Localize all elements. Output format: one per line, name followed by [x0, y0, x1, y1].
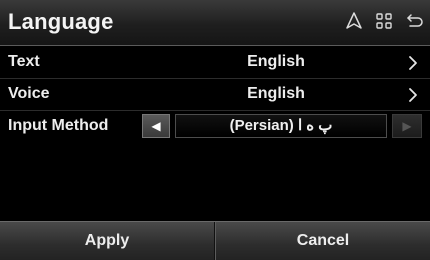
chevron-right-icon: [408, 87, 418, 108]
previous-input-method-button[interactable]: ◀: [142, 114, 170, 138]
text-language-row[interactable]: Text English: [0, 47, 430, 79]
apply-button[interactable]: Apply: [0, 222, 215, 260]
voice-language-value: English: [247, 85, 305, 102]
input-method-value: (Persian) پ ه ا: [175, 114, 387, 138]
bottom-action-bar: Apply Cancel: [0, 221, 430, 260]
grid-menu-icon[interactable]: [376, 13, 392, 29]
voice-language-label: Voice: [8, 85, 50, 102]
arrow-right-icon: ▶: [402, 119, 412, 133]
language-settings-screen: Language Text English Voice English Inpu…: [0, 0, 430, 260]
title-bar: Language: [0, 0, 430, 46]
arrow-left-icon: ◀: [151, 119, 161, 133]
navigation-arrow-icon[interactable]: [346, 12, 362, 30]
page-title: Language: [8, 9, 114, 34]
title-icons: [346, 12, 424, 30]
next-input-method-button[interactable]: ▶: [392, 114, 422, 138]
cancel-button[interactable]: Cancel: [215, 222, 430, 260]
chevron-right-icon: [408, 55, 418, 76]
text-language-label: Text: [8, 53, 40, 70]
back-icon[interactable]: [406, 12, 424, 30]
input-method-row: Input Method ◀ (Persian) پ ه ا ▶: [0, 111, 430, 143]
voice-language-row[interactable]: Voice English: [0, 79, 430, 111]
input-method-label: Input Method: [8, 117, 109, 134]
text-language-value: English: [247, 53, 305, 70]
